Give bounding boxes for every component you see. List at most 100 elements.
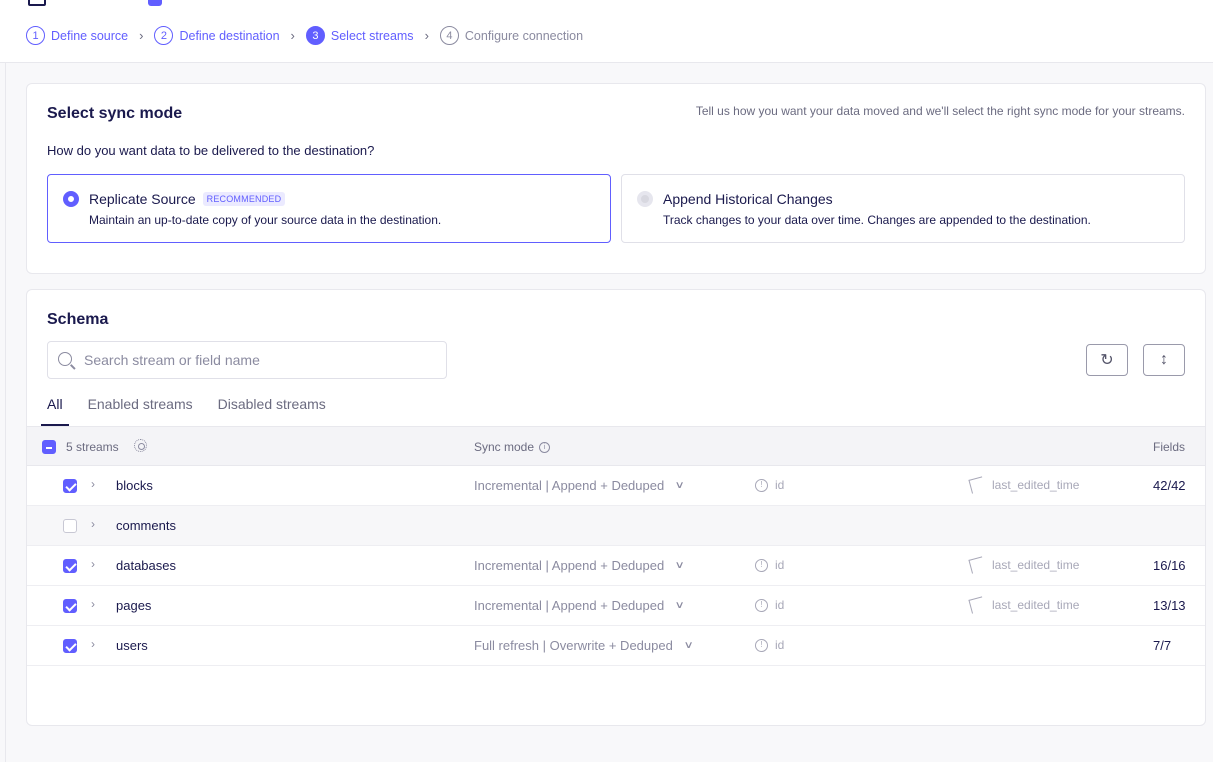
stream-checkbox[interactable] [63,519,77,533]
recommended-badge: RECOMMENDED [202,192,286,206]
breadcrumb-steps: 1 Define source › 2 Define destination ›… [26,26,583,45]
option-description: Maintain an up-to-date copy of your sour… [89,213,442,227]
option-append-historical[interactable]: Append Historical Changes Track changes … [621,174,1185,243]
search-icon [58,352,72,366]
radio-selected[interactable] [63,191,79,207]
cursor-value: last_edited_time [992,558,1080,572]
step-number: 4 [439,26,459,45]
fields-header: Fields [1153,440,1186,454]
option-title-text: Append Historical Changes [663,191,833,207]
radio-unselected[interactable] [637,191,653,207]
chevron-right-icon: › [424,28,429,43]
chevron-down-icon: ∨ [674,560,686,571]
tab-disabled-streams[interactable]: Disabled streams [212,396,332,426]
step-configure-connection: 4 Configure connection [439,26,584,45]
stream-checkbox[interactable] [63,479,77,493]
cursor-icon [968,476,986,494]
primary-key-value: id [775,478,785,492]
primary-key-icon: ! [755,598,768,612]
step-label: Configure connection [464,28,584,43]
table-row: › pages Incremental | Append + Deduped ∨… [27,586,1205,626]
expand-all-button[interactable]: ↕ [1143,344,1185,376]
step-select-streams: 3 Select streams [305,26,414,45]
sync-mode-dropdown[interactable]: Incremental | Append + Deduped ∨ [474,558,686,573]
chevron-down-icon: ∨ [674,480,686,491]
gear-icon[interactable] [134,439,147,452]
left-border [5,63,6,762]
step-label: Select streams [330,28,414,43]
cursor-field: last_edited_time [968,596,1080,614]
tab-all[interactable]: All [41,396,69,426]
cursor-value: last_edited_time [992,478,1080,492]
sync-mode-value: Full refresh | Overwrite + Deduped [474,638,673,653]
refresh-schema-button[interactable]: ↻ [1086,344,1128,376]
stream-name: pages [116,598,152,613]
sync-mode-dropdown[interactable]: Full refresh | Overwrite + Deduped ∨ [474,638,694,653]
chevron-right-icon[interactable]: › [91,477,95,491]
primary-key-icon: ! [755,478,768,492]
select-all-checkbox[interactable] [42,440,56,454]
top-bar: 1 Define source › 2 Define destination ›… [0,0,1213,63]
fields-count: 42/42 [1153,478,1186,493]
search-box [47,341,447,379]
stream-checkbox[interactable] [63,599,77,613]
schema-card: Schema ↻ ↕ All Enabled streams Disabled … [26,289,1206,726]
app-icon [28,0,46,6]
fields-count: 16/16 [1153,558,1186,573]
primary-key: ! id [755,478,784,492]
option-replicate-source[interactable]: Replicate Source RECOMMENDED Maintain an… [47,174,611,243]
stream-name: comments [116,518,176,533]
step-define-destination[interactable]: 2 Define destination [154,26,280,45]
chevron-right-icon[interactable]: › [91,597,95,611]
expand-icon: ↕ [1160,351,1168,368]
stream-count: 5 streams [66,440,119,454]
stream-name: users [116,638,148,653]
table-row: › blocks Incremental | Append + Deduped … [27,466,1205,506]
sync-mode-value: Incremental | Append + Deduped [474,558,665,573]
info-icon[interactable]: i [539,441,551,453]
stream-checkbox[interactable] [63,559,77,573]
checkbox-icon [148,0,162,6]
step-number: 3 [305,26,325,45]
primary-key-value: id [775,558,785,572]
sync-mode-header-label: Sync mode [474,440,535,454]
table-row: › databases Incremental | Append + Dedup… [27,546,1205,586]
stream-tabs: All Enabled streams Disabled streams [41,396,345,426]
sync-mode-title: Select sync mode [47,105,183,122]
primary-key-icon: ! [755,638,768,652]
sync-mode-dropdown[interactable]: Incremental | Append + Deduped ∨ [474,598,685,613]
chevron-down-icon: ∨ [683,640,694,651]
cursor-icon [968,556,986,574]
primary-key: ! id [755,638,784,652]
chevron-right-icon[interactable]: › [91,517,95,531]
table-header: 5 streams Sync mode i Fields [27,426,1205,466]
cursor-field: last_edited_time [968,556,1080,574]
chevron-right-icon[interactable]: › [91,637,95,651]
tab-enabled-streams[interactable]: Enabled streams [82,396,199,426]
option-title: Append Historical Changes [663,191,833,207]
sync-mode-value: Incremental | Append + Deduped [474,598,665,613]
top-cut-content [28,0,162,6]
search-input[interactable] [84,352,434,368]
primary-key-icon: ! [755,558,768,572]
step-number: 2 [154,26,174,45]
primary-key: ! id [755,558,784,572]
schema-title: Schema [47,311,109,328]
step-define-source[interactable]: 1 Define source [26,26,128,45]
option-description: Track changes to your data over time. Ch… [663,213,1091,227]
option-title-text: Replicate Source [89,191,196,207]
step-label: Define source [51,28,129,43]
cursor-icon [968,596,986,614]
option-title: Replicate Source RECOMMENDED [89,191,286,207]
sync-mode-header: Sync mode i [474,440,551,454]
sync-mode-dropdown[interactable]: Incremental | Append + Deduped ∨ [474,478,686,493]
sync-mode-value: Incremental | Append + Deduped [474,478,665,493]
refresh-icon: ↻ [1100,352,1114,369]
stream-checkbox[interactable] [63,639,77,653]
table-row: › comments [27,506,1205,546]
chevron-right-icon: › [290,28,295,43]
primary-key: ! id [755,598,784,612]
sync-mode-card: Select sync mode Tell us how you want yo… [26,83,1206,274]
cursor-value: last_edited_time [992,598,1080,612]
chevron-right-icon[interactable]: › [91,557,95,571]
